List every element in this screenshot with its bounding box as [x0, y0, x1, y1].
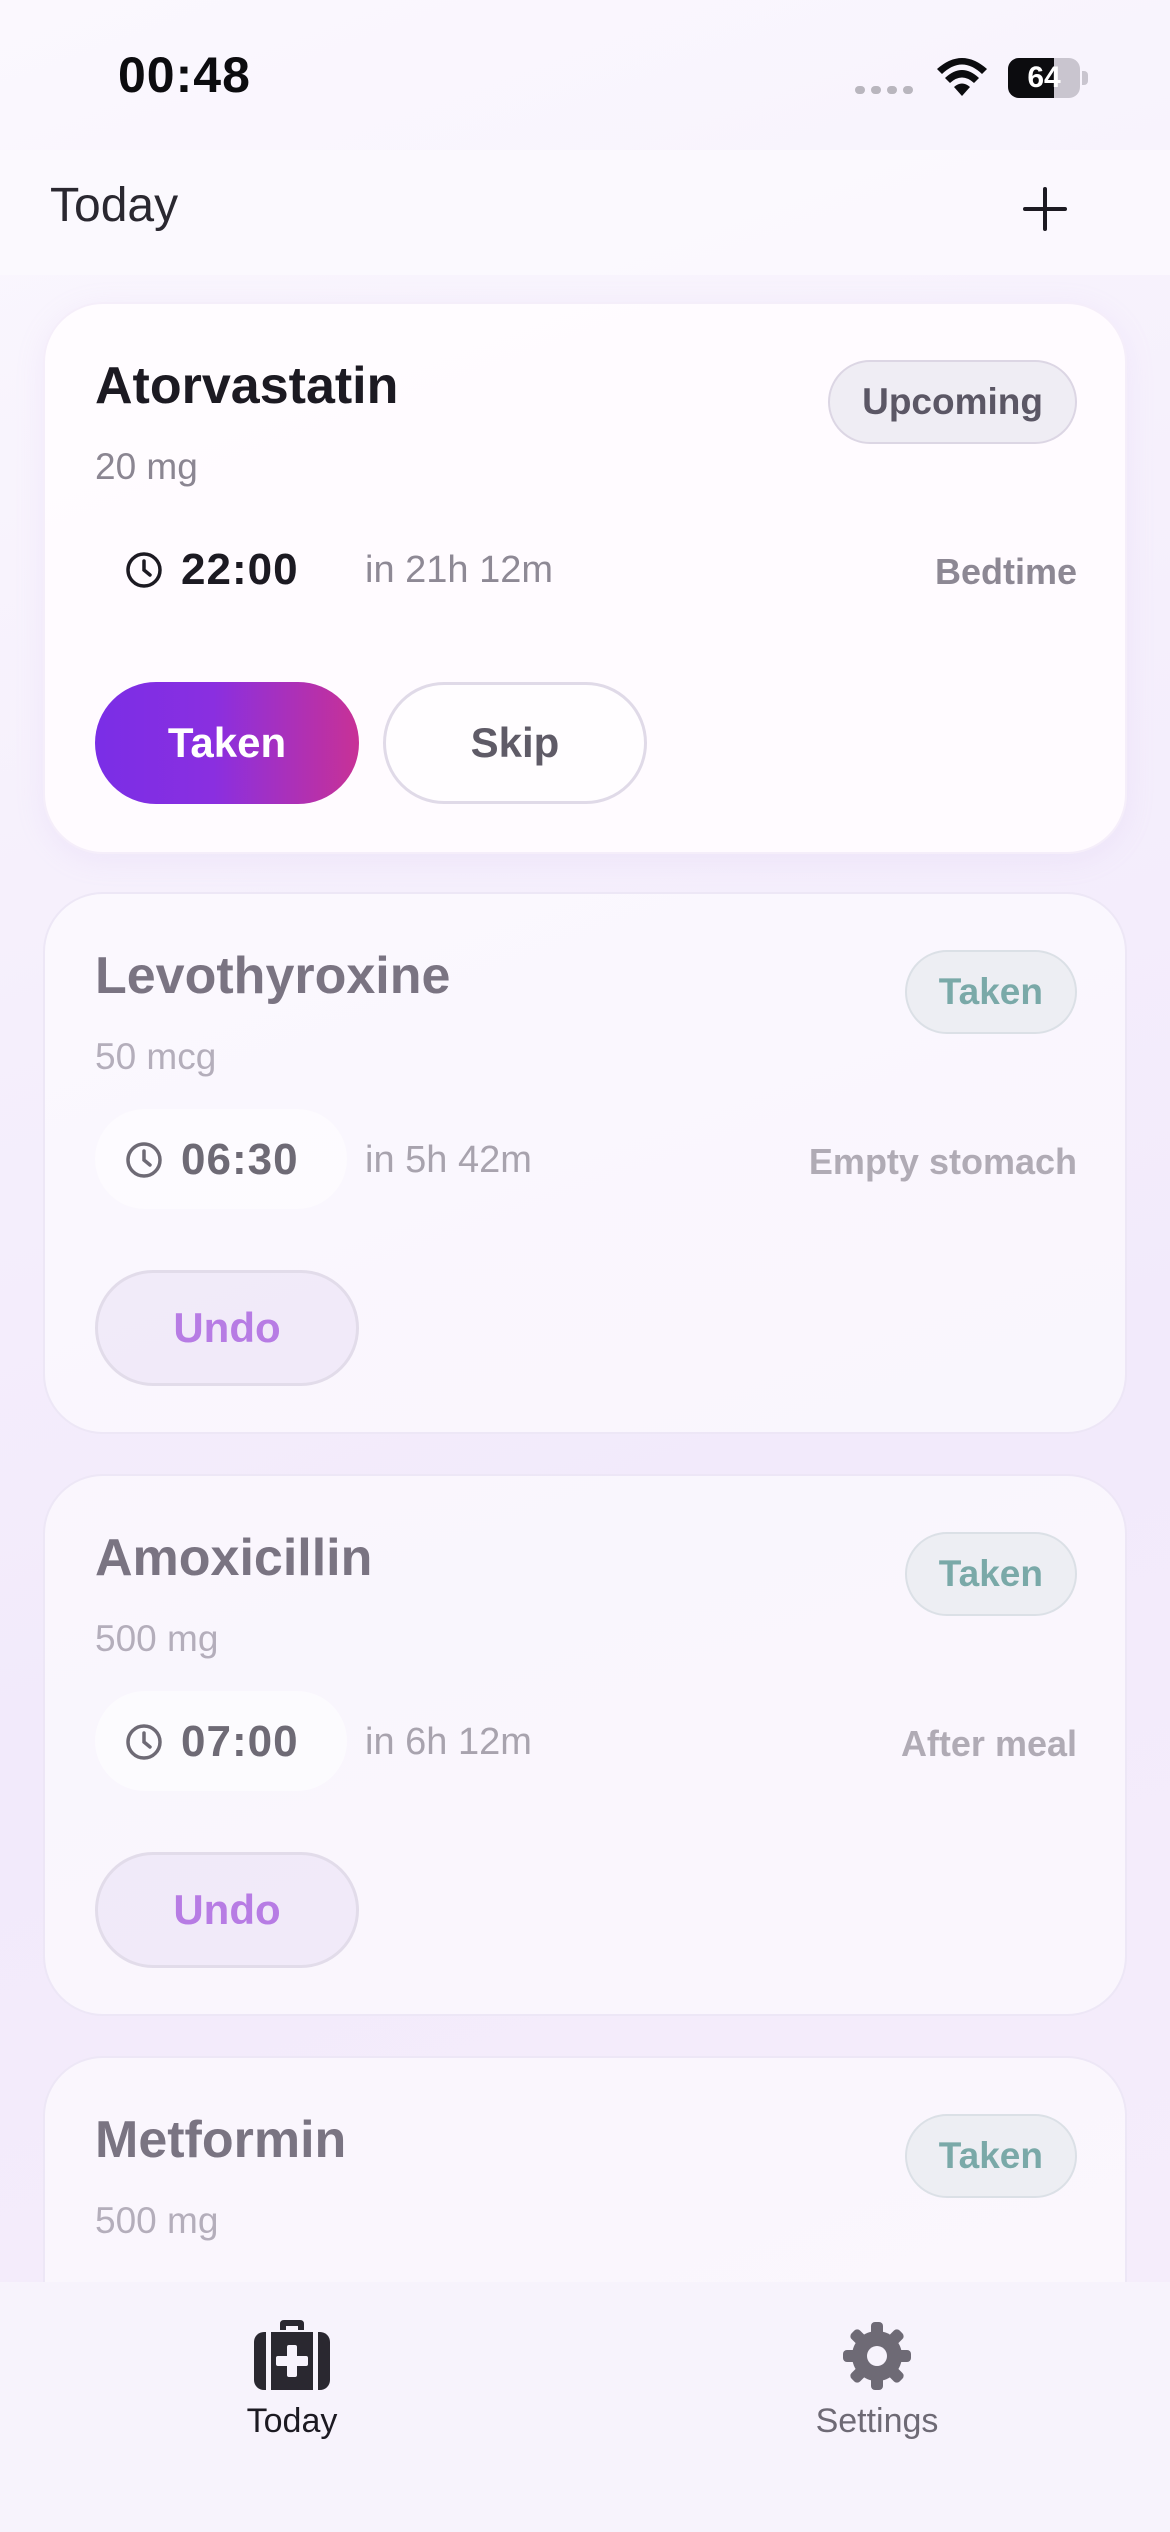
battery-level: 64: [1027, 61, 1061, 94]
wifi-icon: [937, 58, 987, 96]
time-pill: 06:30: [95, 1109, 347, 1209]
tab-settings[interactable]: Settings: [747, 2320, 1007, 2460]
medication-dose: 50 mcg: [95, 1036, 217, 1077]
gear-icon: [843, 2322, 911, 2390]
instruction-tag: After meal: [900, 1723, 1077, 1764]
tab-bar: Today Settings: [0, 2282, 1170, 2532]
undo-button[interactable]: Undo: [95, 1852, 359, 1968]
status-time: 00:48: [118, 47, 251, 103]
tab-label: Today: [246, 2402, 338, 2440]
status-bar: 00:48 64: [0, 0, 1170, 150]
medication-card: Amoxicillin 500 mg Taken 07:00 in 6h 12m…: [43, 1474, 1127, 2016]
dose-time: 06:30: [181, 1135, 299, 1184]
time-remaining: in 6h 12m: [365, 1721, 532, 1763]
clock-icon: [126, 552, 162, 588]
medication-card: Atorvastatin 20 mg Upcoming 22:00 in 21h…: [43, 302, 1127, 854]
schedule-row: 07:00 in 6h 12m After meal: [95, 1691, 1077, 1791]
plus-icon: [1023, 187, 1067, 231]
time-remaining: in 21h 12m: [365, 549, 554, 591]
dose-time: 07:00: [181, 1717, 299, 1766]
status-badge: Taken: [904, 950, 1077, 1034]
undo-button[interactable]: Undo: [95, 1270, 359, 1386]
header: Today: [0, 150, 1170, 275]
medication-dose: 20 mg: [95, 446, 198, 487]
clock-icon: [126, 1142, 162, 1178]
status-badge: Taken: [904, 2114, 1077, 2198]
medication-name: Metformin: [95, 2111, 347, 2169]
clock-icon: [126, 1724, 162, 1760]
add-medication-button[interactable]: [1010, 174, 1080, 244]
dose-time: 22:00: [181, 545, 299, 594]
status-badge: Upcoming: [828, 360, 1077, 444]
medication-dose: 500 mg: [95, 1618, 219, 1659]
medical-kit-icon: [254, 2320, 330, 2390]
page-title: Today: [50, 179, 179, 232]
battery-icon: 64: [1008, 58, 1088, 98]
time-remaining: in 5h 42m: [365, 1139, 532, 1181]
time-pill: 22:00: [95, 519, 347, 619]
instruction-tag: Empty stomach: [808, 1141, 1077, 1182]
medication-name: Amoxicillin: [95, 1529, 373, 1587]
medication-name: Atorvastatin: [95, 357, 399, 415]
cellular-signal-icon: [855, 86, 913, 94]
skip-button[interactable]: Skip: [383, 682, 647, 804]
medication-card: Levothyroxine 50 mcg Taken 06:30 in 5h 4…: [43, 892, 1127, 1434]
time-pill: 07:00: [95, 1691, 347, 1791]
instruction-tag: Bedtime: [934, 551, 1077, 592]
status-badge: Taken: [904, 1532, 1077, 1616]
schedule-row: 22:00 in 21h 12m Bedtime: [95, 519, 1077, 619]
medication-dose: 500 mg: [95, 2200, 219, 2241]
schedule-row: 06:30 in 5h 42m Empty stomach: [95, 1109, 1077, 1209]
medication-name: Levothyroxine: [95, 947, 451, 1005]
tab-today[interactable]: Today: [162, 2320, 422, 2460]
tab-label: Settings: [815, 2402, 939, 2440]
taken-button[interactable]: Taken: [95, 682, 359, 804]
